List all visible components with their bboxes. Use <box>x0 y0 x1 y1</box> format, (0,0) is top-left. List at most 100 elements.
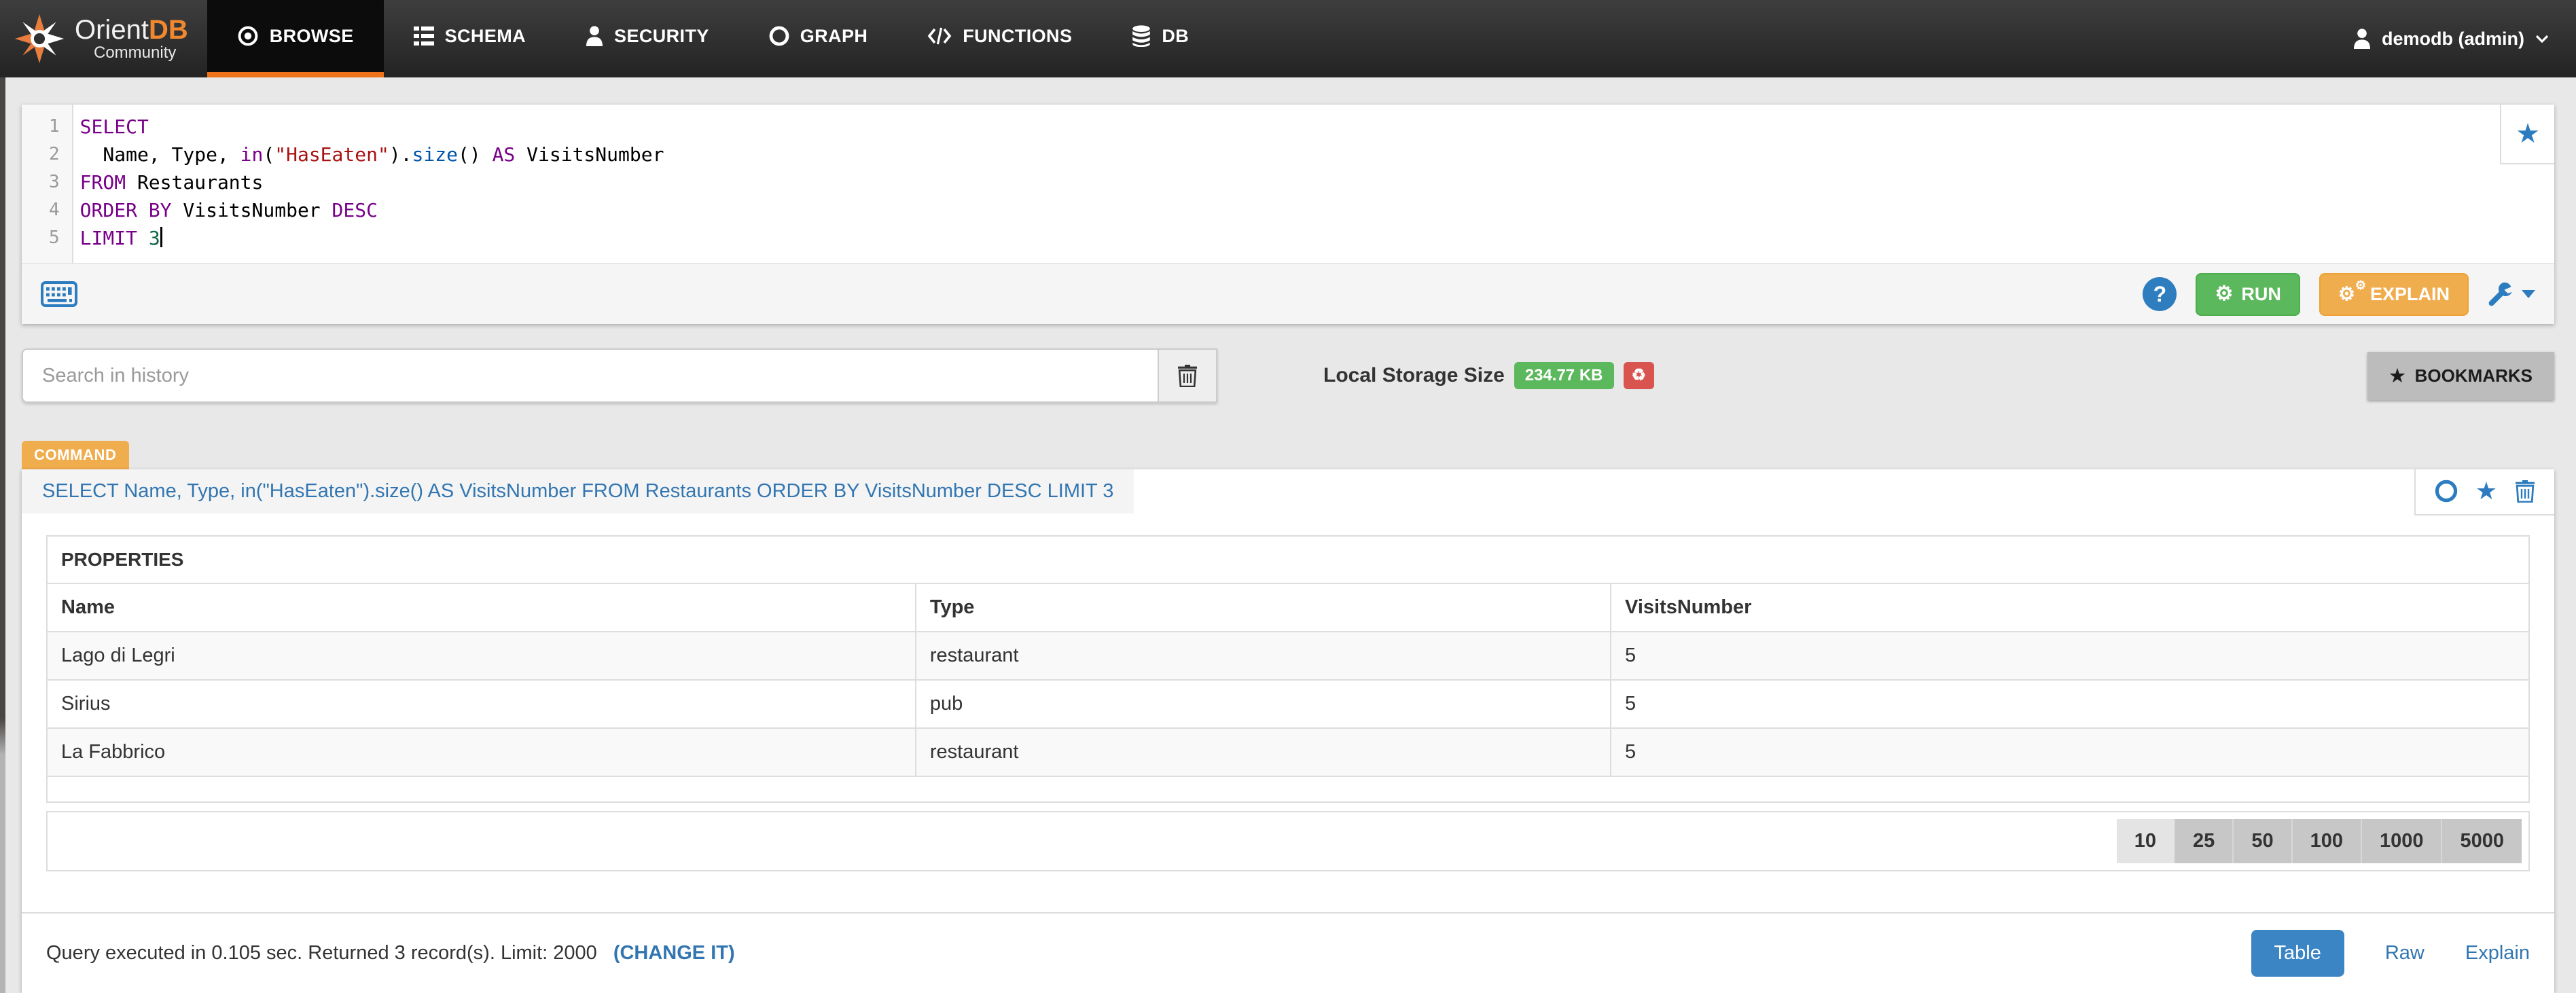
tab-security[interactable]: SECURITY <box>556 0 739 77</box>
local-storage-size-badge: 234.77 KB <box>1514 362 1614 389</box>
table-row[interactable]: Lago di Legri restaurant 5 <box>47 632 2529 680</box>
cell-type: restaurant <box>916 632 1611 680</box>
tab-db[interactable]: DB <box>1102 0 1219 77</box>
tab-functions[interactable]: FUNCTIONS <box>897 0 1102 77</box>
editor-code-area[interactable]: SELECT Name, Type, in("HasEaten").size()… <box>73 105 2554 263</box>
wrench-icon <box>2488 281 2514 307</box>
orientdb-logo: OrientDB Community <box>0 0 207 77</box>
table-row[interactable]: La Fabbrico restaurant 5 <box>47 728 2529 776</box>
circle-icon <box>769 26 789 46</box>
orientdb-star-logo-icon <box>14 13 65 65</box>
help-icon[interactable]: ? <box>2143 277 2177 311</box>
window-edge-strip <box>0 77 5 993</box>
view-switcher: Table Raw Explain <box>2251 930 2530 977</box>
page-size-25[interactable]: 25 <box>2174 819 2232 863</box>
user-menu-label: demodb (admin) <box>2382 29 2524 50</box>
table-row[interactable]: Sirius pub 5 <box>47 680 2529 728</box>
view-table-button[interactable]: Table <box>2251 930 2344 977</box>
executed-query-link[interactable]: SELECT Name, Type, in("HasEaten").size()… <box>22 469 1134 513</box>
line-number: 1 <box>22 113 72 141</box>
column-header-type: Type <box>916 583 1611 632</box>
code-line: LIMIT 3 <box>80 224 2554 252</box>
command-result-card: SELECT Name, Type, in("HasEaten").size()… <box>22 469 2554 993</box>
line-number: 2 <box>22 141 72 168</box>
search-history-input[interactable] <box>22 348 1158 403</box>
page-size-5000[interactable]: 5000 <box>2441 819 2522 863</box>
query-settings-dropdown[interactable] <box>2488 281 2535 307</box>
star-icon: ★ <box>2516 120 2540 147</box>
main-nav-tabs: BROWSE SCHEMA SECURITY GRAPH FUNCTIONS <box>207 0 1219 77</box>
database-icon <box>1132 25 1151 47</box>
user-icon <box>586 26 603 46</box>
clear-storage-button[interactable]: ♻ <box>1624 362 1655 389</box>
local-storage-info: Local Storage Size 234.77 KB ♻ <box>1323 362 1654 389</box>
tab-browse[interactable]: BROWSE <box>207 0 384 77</box>
star-icon: ★ <box>2389 365 2405 386</box>
code-line: Name, Type, in("HasEaten").size() AS Vis… <box>80 141 2554 168</box>
chevron-down-icon <box>2535 34 2549 43</box>
code-line: FROM Restaurants <box>80 168 2554 196</box>
command-type-badge: COMMAND <box>22 441 129 469</box>
history-search-group <box>22 348 1217 403</box>
sql-code-editor[interactable]: 1 2 3 4 5 SELECT Name, Type, in("HasEate… <box>22 105 2554 263</box>
brand-name: OrientDB <box>75 16 188 44</box>
change-limit-link[interactable]: (CHANGE IT) <box>613 942 735 964</box>
explain-button[interactable]: ⚙⚙ EXPLAIN <box>2319 273 2469 316</box>
cell-name: Sirius <box>47 680 916 728</box>
line-number: 3 <box>22 168 72 196</box>
command-actions: ★ <box>2414 469 2554 516</box>
page-size-10[interactable]: 10 <box>2117 819 2174 863</box>
user-menu[interactable]: demodb (admin) <box>2326 0 2576 77</box>
tab-schema[interactable]: SCHEMA <box>384 0 556 77</box>
bookmark-star-icon[interactable]: ★ <box>2475 479 2497 503</box>
text-cursor <box>160 227 162 247</box>
properties-table: PROPERTIES Name Type VisitsNumber Lago d… <box>46 535 2530 803</box>
page-size-1000[interactable]: 1000 <box>2361 819 2441 863</box>
editor-toolbar: ? ⚙ RUN ⚙⚙ EXPLAIN <box>22 263 2554 324</box>
cell-type: restaurant <box>916 728 1611 776</box>
delete-result-icon[interactable] <box>2515 480 2535 503</box>
table-title: PROPERTIES <box>47 536 2529 583</box>
empty-row <box>47 776 2529 802</box>
cell-name: Lago di Legri <box>47 632 916 680</box>
page-size-50[interactable]: 50 <box>2232 819 2291 863</box>
code-icon <box>927 26 952 46</box>
view-raw-button[interactable]: Raw <box>2385 942 2425 964</box>
rerun-query-icon[interactable] <box>2435 480 2458 503</box>
run-button[interactable]: ⚙ RUN <box>2196 273 2300 316</box>
caret-down-icon <box>2522 290 2535 298</box>
user-icon <box>2353 29 2371 49</box>
brand-subtitle: Community <box>75 44 188 61</box>
column-header-visitsnumber: VisitsNumber <box>1611 583 2529 632</box>
editor-line-number-gutter: 1 2 3 4 5 <box>22 105 73 263</box>
cell-visitsnumber: 5 <box>1611 680 2529 728</box>
page-size-100[interactable]: 100 <box>2291 819 2361 863</box>
top-navbar: OrientDB Community BROWSE SCHEMA SECURIT… <box>0 0 2576 77</box>
cell-visitsnumber: 5 <box>1611 632 2529 680</box>
result-table-container: PROPERTIES Name Type VisitsNumber Lago d… <box>22 519 2554 871</box>
tab-graph[interactable]: GRAPH <box>739 0 898 77</box>
page-size-selector: 10 25 50 100 1000 5000 <box>46 811 2530 871</box>
cell-name: La Fabbrico <box>47 728 916 776</box>
eye-icon <box>237 25 259 47</box>
recycle-icon: ♻ <box>1632 366 1647 384</box>
result-footer: Query executed in 0.105 sec. Returned 3 … <box>22 912 2554 993</box>
line-number: 5 <box>22 224 72 252</box>
code-line: ORDER BY VisitsNumber DESC <box>80 196 2554 224</box>
clear-history-button[interactable] <box>1158 348 1217 403</box>
cell-type: pub <box>916 680 1611 728</box>
command-header: SELECT Name, Type, in("HasEaten").size()… <box>22 469 2554 519</box>
query-editor-card: 1 2 3 4 5 SELECT Name, Type, in("HasEate… <box>22 105 2554 324</box>
query-status-text: Query executed in 0.105 sec. Returned 3 … <box>46 942 597 964</box>
column-header-name: Name <box>47 583 916 632</box>
keyboard-shortcuts-icon[interactable] <box>41 281 77 307</box>
line-number: 4 <box>22 196 72 224</box>
view-explain-button[interactable]: Explain <box>2465 942 2530 964</box>
bookmarks-button[interactable]: ★ BOOKMARKS <box>2367 352 2554 400</box>
tasks-icon <box>414 26 434 46</box>
trash-icon <box>1177 364 1198 387</box>
local-storage-label: Local Storage Size <box>1323 364 1505 387</box>
gear-icon: ⚙ <box>2215 284 2233 304</box>
bookmark-query-button[interactable]: ★ <box>2500 105 2554 164</box>
code-line: SELECT <box>80 113 2554 141</box>
